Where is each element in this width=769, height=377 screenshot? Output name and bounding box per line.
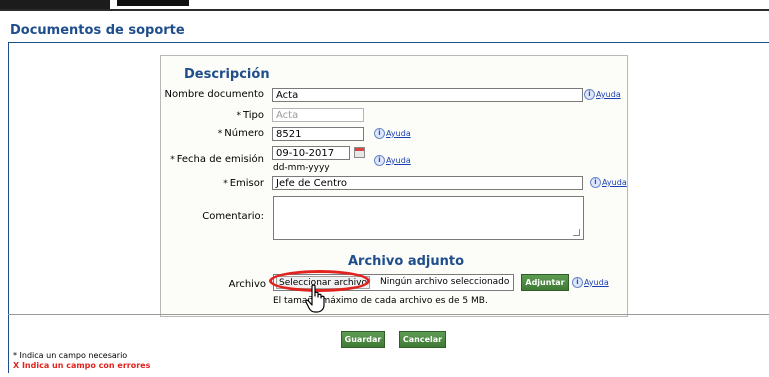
calendar-icon[interactable] bbox=[354, 147, 365, 158]
field-label-emisor: * Emisor bbox=[223, 178, 264, 189]
file-status-text: Ningún archivo seleccionado bbox=[380, 277, 510, 287]
info-icon: i bbox=[374, 128, 385, 139]
field-label-comentario: Comentario: bbox=[202, 211, 264, 222]
fecha-emision-input[interactable]: 09-10-2017 bbox=[272, 146, 350, 160]
info-icon: i bbox=[572, 277, 583, 288]
help-link-archivo[interactable]: i Ayuda bbox=[572, 277, 609, 288]
header-redacted-block bbox=[117, 0, 189, 6]
info-icon: i bbox=[584, 89, 595, 100]
title-divider bbox=[8, 42, 769, 43]
help-link-nombre[interactable]: i Ayuda bbox=[584, 89, 621, 100]
help-link-fecha[interactable]: i Ayuda bbox=[374, 155, 411, 166]
info-icon: i bbox=[590, 177, 601, 188]
help-link-emisor[interactable]: i Ayuda bbox=[590, 177, 627, 188]
form-bottom-divider bbox=[8, 314, 769, 315]
legend-errors: X Indica un campo con errores bbox=[13, 361, 151, 370]
hand-cursor-icon bbox=[305, 284, 325, 313]
left-border bbox=[8, 43, 9, 373]
field-label-numero: * Número bbox=[217, 128, 264, 139]
field-label-tipo: * Tipo bbox=[236, 110, 264, 121]
top-header-strip bbox=[0, 0, 769, 11]
legend-required: * Indica un campo necesario bbox=[13, 351, 128, 360]
nombre-documento-input[interactable]: Acta bbox=[272, 88, 583, 102]
info-icon: i bbox=[374, 155, 385, 166]
help-link-numero[interactable]: i Ayuda bbox=[374, 128, 411, 139]
cancel-button[interactable]: Cancelar bbox=[399, 331, 446, 348]
tipo-input: Acta bbox=[272, 108, 364, 122]
field-label-nombre: Nombre documento bbox=[164, 89, 264, 100]
field-label-archivo: Archivo bbox=[228, 279, 266, 290]
resize-handle-icon[interactable] bbox=[573, 229, 580, 236]
emisor-input[interactable]: Jefe de Centro bbox=[272, 176, 583, 190]
field-label-fecha: * Fecha de emisión bbox=[170, 154, 264, 165]
attach-button[interactable]: Adjuntar bbox=[521, 274, 569, 291]
date-format-hint: dd-mm-yyyy bbox=[273, 163, 330, 173]
section-title-description: Descripción bbox=[184, 67, 270, 82]
save-button[interactable]: Guardar bbox=[341, 331, 385, 348]
section-title-attachment: Archivo adjunto bbox=[348, 254, 465, 269]
numero-input[interactable]: 8521 bbox=[272, 127, 364, 141]
header-redacted-block bbox=[0, 0, 110, 9]
page-title: Documentos de soporte bbox=[10, 23, 185, 38]
comentario-textarea[interactable] bbox=[273, 196, 584, 240]
